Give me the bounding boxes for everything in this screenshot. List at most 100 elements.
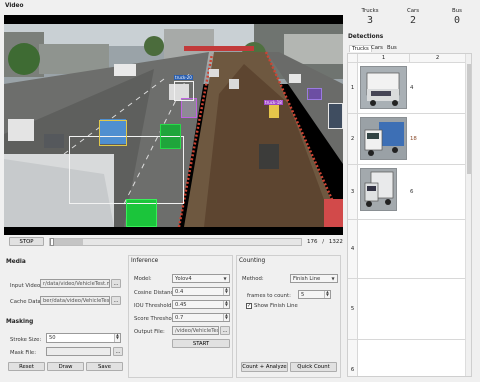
model-label: Model: [134, 276, 152, 282]
row-header: 4 [348, 220, 358, 278]
frames-to-count-stepper[interactable]: 5 ▲ ▼ [298, 290, 331, 299]
stepper-arrows-icon[interactable]: ▲ ▼ [223, 288, 229, 295]
input-video-label: Input Video: [10, 283, 43, 289]
row-header: 2 [348, 114, 358, 164]
detections-title: Detections [348, 34, 384, 40]
column-header[interactable]: 1 [358, 54, 410, 63]
detection-label: truck-18 [264, 100, 283, 105]
detection-box [126, 199, 157, 227]
cars-count-value: 2 [409, 15, 417, 26]
count-analyze-button[interactable]: Count + Analyze [241, 362, 288, 372]
table-corner [348, 54, 358, 63]
iou-threshold-label: IOU Threshold: [134, 303, 174, 309]
stepper-arrows-icon[interactable]: ▲ ▼ [324, 291, 330, 298]
bus-count-label: Bus [452, 8, 462, 14]
frame-total: 1322 [328, 239, 343, 245]
truck-thumbnail [360, 66, 407, 109]
video-progress-fill [50, 239, 84, 245]
iou-threshold-value: 0.45 [175, 301, 187, 308]
table-row[interactable]: 6 [348, 340, 466, 376]
detection-value: 6 [410, 189, 414, 195]
cache-data-browse-button[interactable]: ... [111, 296, 121, 305]
quick-count-button[interactable]: Quick Count [290, 362, 337, 372]
scrollbar-thumb[interactable] [467, 64, 471, 174]
tab-bus[interactable]: Bus [387, 45, 397, 51]
detection-label: truck-20 [174, 75, 193, 80]
stepper-arrows-icon[interactable]: ▲ ▼ [223, 314, 229, 321]
media-title: Media [6, 259, 26, 265]
stroke-size-label: Stroke Size: [10, 337, 42, 343]
chevron-down-icon: ▼ [331, 276, 335, 281]
table-row[interactable]: 5 [348, 279, 466, 340]
video-section-title: Video [5, 3, 24, 9]
chevron-down-icon: ▼ [223, 276, 227, 281]
masking-title: Masking [6, 319, 34, 325]
mask-file-browse-button[interactable]: ... [113, 347, 123, 356]
detections-table[interactable]: 1 2 1 4 2 18 3 6 4 5 6 [347, 53, 472, 377]
detection-box [99, 120, 127, 146]
frames-to-count-label: frames to count: [247, 293, 291, 299]
output-file-browse-button[interactable]: ... [220, 326, 230, 335]
frames-to-count-value: 5 [301, 291, 305, 298]
trucks-count-value: 3 [366, 15, 374, 26]
frame-separator: / [322, 239, 325, 245]
detection-box [307, 88, 322, 100]
tab-cars[interactable]: Cars [371, 45, 383, 51]
model-dropdown[interactable]: Yolov4 ▼ [172, 274, 230, 283]
table-row[interactable]: 2 18 [348, 114, 466, 165]
table-scrollbar[interactable] [465, 54, 471, 376]
input-video-browse-button[interactable]: ... [111, 279, 121, 288]
score-threshold-label: Score Threshold [134, 316, 177, 322]
cars-count-label: Cars [406, 8, 420, 14]
cache-data-label: Cache Data: [10, 299, 43, 305]
output-file-field[interactable]: /video/VehicleTest [172, 326, 219, 335]
show-finish-line-label: Show Finish Line [254, 303, 298, 309]
output-file-label: Output File: [134, 329, 165, 335]
start-button[interactable]: START [172, 339, 230, 348]
video-player[interactable]: truck-20 truck-18 [4, 15, 343, 235]
truck-thumbnail [360, 117, 407, 160]
method-label: Method: [242, 276, 264, 282]
video-progress-slider[interactable] [49, 238, 302, 246]
column-header[interactable]: 2 [410, 54, 466, 63]
row-header: 6 [348, 340, 358, 376]
mask-file-field[interactable] [46, 347, 111, 356]
draw-button[interactable]: Draw [47, 362, 84, 371]
trucks-count-label: Trucks [361, 8, 379, 14]
tab-trucks[interactable]: Trucks [349, 45, 372, 52]
row-header: 1 [348, 63, 358, 113]
method-value: Finish Line [293, 275, 321, 282]
table-row[interactable]: 3 6 [348, 165, 466, 220]
truck-thumbnail [360, 168, 397, 211]
iou-threshold-stepper[interactable]: 0.45 ▲ ▼ [172, 300, 230, 309]
detection-box [160, 124, 181, 149]
cosine-distance-value: 0.4 [175, 288, 184, 295]
detection-box [328, 103, 343, 129]
video-progress-handle[interactable] [50, 238, 54, 246]
stroke-size-stepper[interactable]: 50 ▲ ▼ [46, 333, 121, 343]
reset-button[interactable]: Reset [8, 362, 45, 371]
stop-button[interactable]: STOP [9, 237, 44, 246]
mask-file-label: Mask File: [10, 350, 36, 356]
frame-counter: 176 / 1322 [307, 239, 343, 245]
method-dropdown[interactable]: Finish Line ▼ [290, 274, 338, 283]
save-button[interactable]: Save [86, 362, 123, 371]
table-row[interactable]: 1 4 [348, 63, 466, 114]
detection-value: 18 [410, 136, 417, 142]
table-row[interactable]: 4 [348, 220, 466, 279]
stroke-size-value: 50 [49, 335, 56, 341]
row-header: 3 [348, 165, 358, 219]
cosine-distance-stepper[interactable]: 0.4 ▲ ▼ [172, 287, 230, 296]
model-value: Yolov4 [175, 275, 192, 282]
stepper-arrows-icon[interactable]: ▲ ▼ [114, 334, 120, 342]
frame-current: 176 [307, 239, 318, 245]
show-finish-line-checkbox[interactable]: ✓ [246, 303, 252, 309]
score-threshold-stepper[interactable]: 0.7 ▲ ▼ [172, 313, 230, 322]
cache-data-field[interactable]: ber/data/video/VehicleTest.h5 [40, 296, 110, 305]
detection-box [181, 98, 197, 118]
inference-title: Inference [131, 258, 159, 264]
input-video-field[interactable]: r/data/video/VehicleTest.mp4 [40, 279, 110, 288]
detection-value: 4 [410, 85, 414, 91]
counting-title: Counting [239, 258, 266, 264]
stepper-arrows-icon[interactable]: ▲ ▼ [223, 301, 229, 308]
